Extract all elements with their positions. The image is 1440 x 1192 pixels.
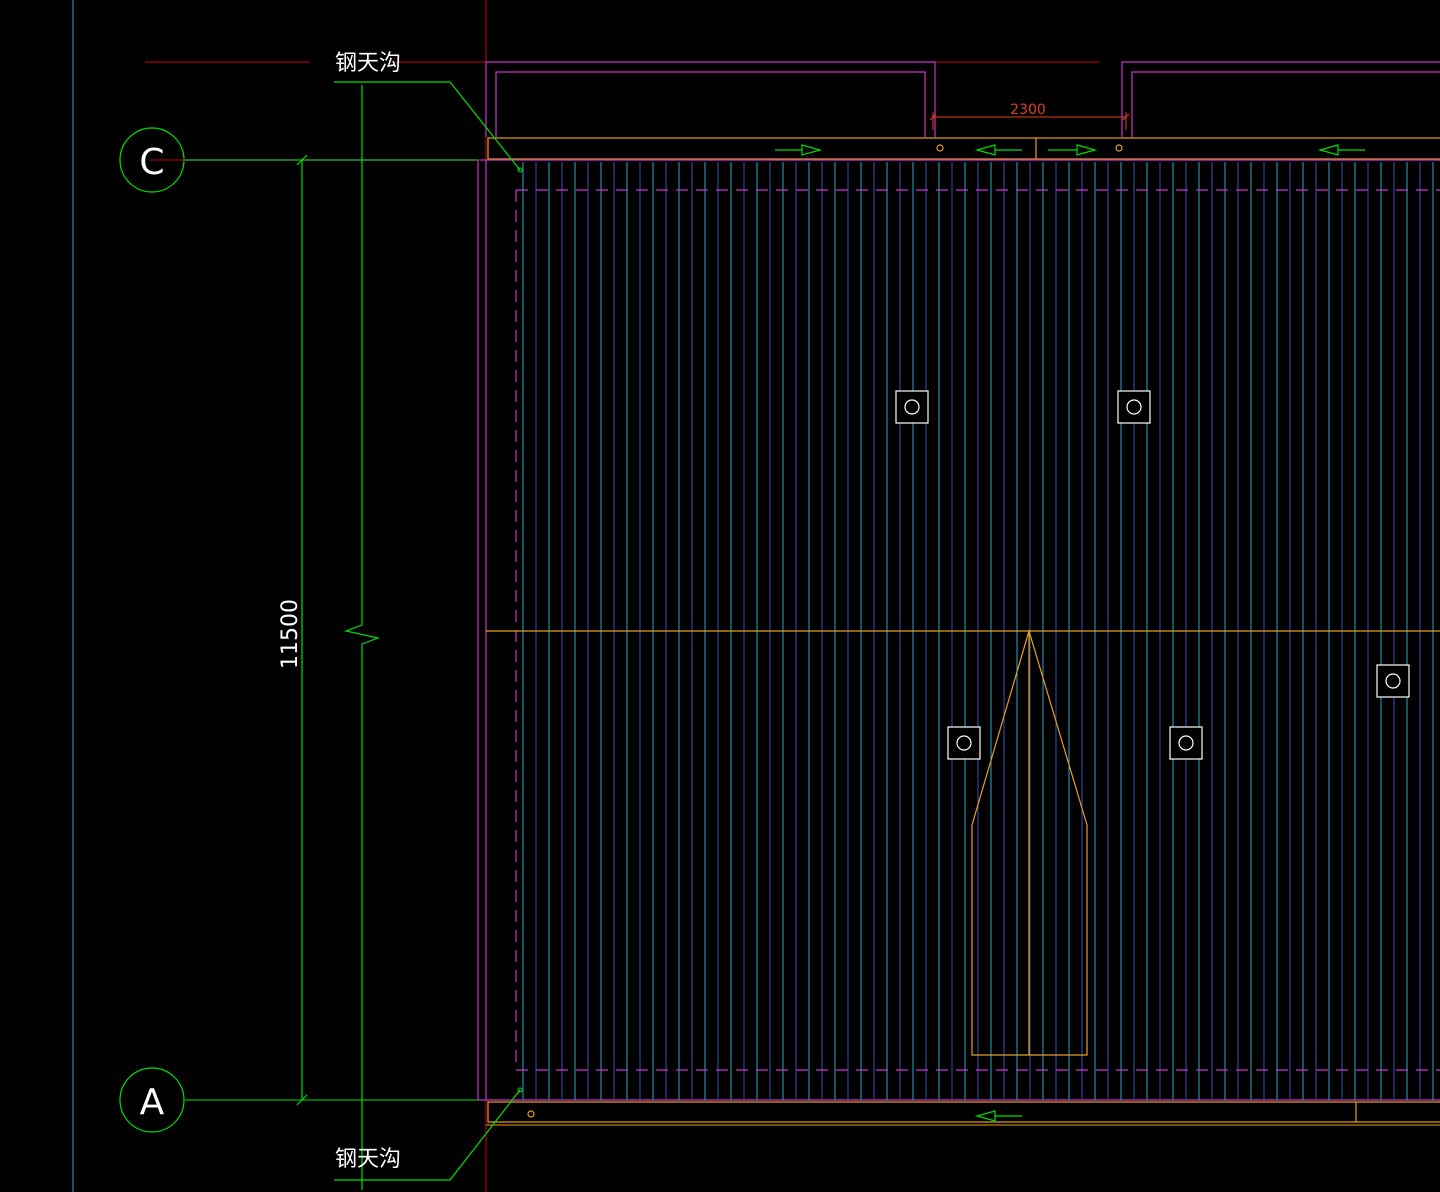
drain-icon [1169,726,1203,760]
axis-label-a: A [140,1082,165,1123]
arrow-icon [1048,144,1098,156]
break-line [343,85,381,1190]
opening-dimension-text: 2300 [1010,102,1046,118]
bottom-steel-gutter [487,1101,1440,1123]
arrow-icon [974,144,1022,156]
drain-icon [1376,664,1410,698]
roof-panel-outline [477,160,1440,1101]
drain-icon [1117,390,1151,424]
roof-opening-shape [971,628,1088,1056]
axis-label-c: C [139,142,164,183]
roof-drains [895,390,1410,760]
top-gutter-label: 钢天沟 [335,51,401,76]
arrow-icon [775,144,823,156]
top-steel-gutter [487,137,1440,160]
roof-plan-drawing: 2300 C A 11500 钢天沟 钢天沟 [72,0,1440,1192]
drain-icon [895,390,929,424]
arrow-icon [974,1110,1022,1122]
overall-dimension-text: 11500 [278,599,303,669]
drain-icon [947,726,981,760]
bottom-gutter-label: 钢天沟 [335,1147,401,1172]
arrow-icon [1317,144,1365,156]
upper-structure-outline [485,61,1440,137]
